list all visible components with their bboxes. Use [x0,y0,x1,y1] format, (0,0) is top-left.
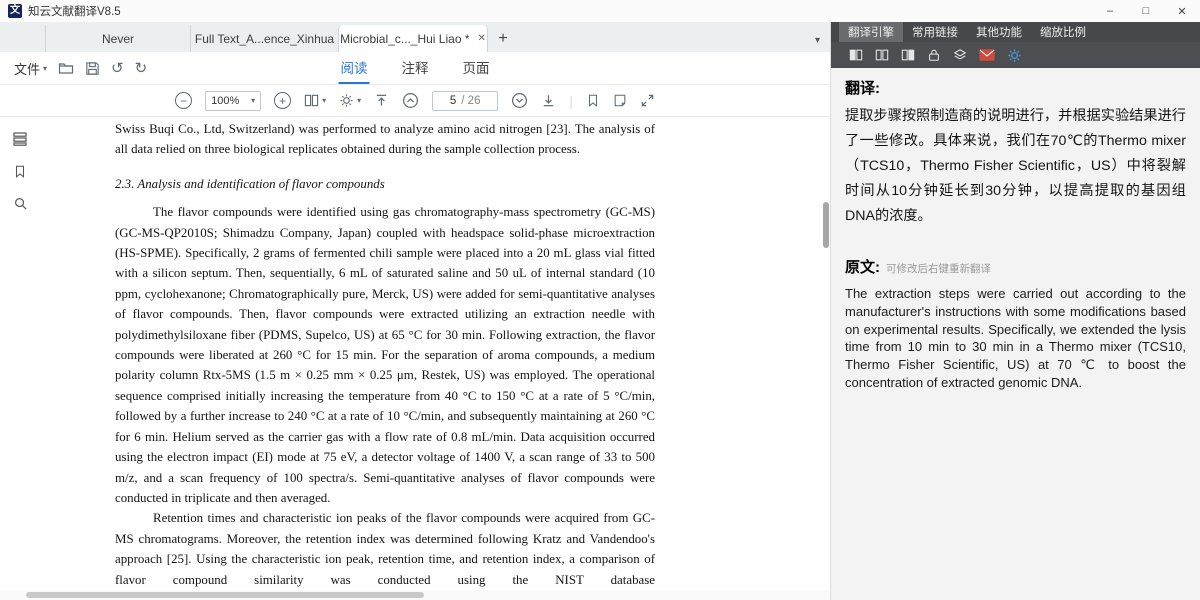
tab-microbial-active[interactable]: Microbial_c..._Hui Liao * ✕ [338,25,488,52]
section-heading[interactable]: 2.3. Analysis and identification of flav… [115,174,655,194]
brightness-icon [339,93,354,108]
tab-annotate[interactable]: 注释 [400,52,431,84]
toolbar-separator: | [569,93,573,109]
tab-zoom-ratio[interactable]: 缩放比例 [1031,22,1095,42]
redo-icon[interactable]: ↻ [135,61,148,76]
bookmarks-panel-icon[interactable] [13,164,27,179]
file-menu[interactable]: 文件 ▾ [14,59,47,78]
undo-icon[interactable]: ↺ [111,61,124,76]
chevron-down-icon: ▾ [357,96,361,105]
tab-close-icon[interactable]: ✕ [478,33,486,44]
tab-overflow-chevron-icon[interactable]: ▾ [815,35,820,46]
tab-read[interactable]: 阅读 [339,52,370,84]
horizontal-scrollbar[interactable] [0,590,830,600]
translation-label: 翻译: [845,77,1186,98]
pdf-page-view[interactable]: Swiss Buqi Co., Ltd, Switzerland) was pe… [40,117,830,590]
open-folder-icon[interactable] [58,60,74,76]
translation-text: 提取步骤按照制造商的说明进行，并根据实验结果进行了一些修改。具体来说，我们在70… [845,104,1186,229]
maximize-button[interactable]: □ [1128,0,1164,22]
save-icon[interactable] [85,61,100,76]
translation-panel: 翻译引擎 常用链接 其他功能 缩放比例 [830,22,1200,600]
go-to-top-icon[interactable] [374,93,389,108]
minimize-button[interactable]: – [1092,0,1128,22]
close-button[interactable]: ✕ [1164,0,1200,22]
tab-label: Microbial_c..._Hui Liao * [340,32,469,46]
tab-page[interactable]: 页面 [461,52,492,84]
translation-panel-body: 翻译: 提取步骤按照制造商的说明进行，并根据实验结果进行了一些修改。具体来说，我… [831,68,1200,600]
app-title: 知云文献翻译V8.5 [28,3,121,19]
page-layout-dropdown[interactable]: ▾ [304,93,326,108]
layers-icon[interactable] [953,48,967,62]
original-hint: 可修改后右键重新翻译 [886,261,991,276]
original-text[interactable]: The extraction steps were carried out ac… [845,285,1186,392]
copy-layout-both-icon[interactable] [875,48,889,62]
new-tab-button[interactable]: + [488,25,518,52]
tab-label: Full Text_A...ence_Xinhua [195,32,334,46]
lock-icon[interactable] [927,48,941,62]
zoom-level-dropdown[interactable]: 100% ▾ [205,91,261,111]
vertical-scrollbar-thumb[interactable] [823,202,829,248]
app-logo-icon: 文 [8,4,22,18]
left-sidebar [0,117,40,590]
horizontal-scrollbar-thumb[interactable] [26,592,424,598]
copy-layout-right-icon[interactable] [901,48,915,62]
search-icon[interactable] [13,196,28,211]
tab-fulltext[interactable]: Full Text_A...ence_Xinhua [190,25,338,52]
translation-panel-toolbar [831,42,1200,68]
previous-page-icon[interactable] [402,92,419,109]
titlebar: 文 知云文献翻译V8.5 – □ ✕ [0,0,1200,22]
tab-common-links[interactable]: 常用链接 [903,22,967,42]
email-icon[interactable] [979,48,995,62]
file-menu-label: 文件 [14,59,40,78]
pdf-toolbar: − 100% ▾ + ▾ [0,85,830,117]
annotation-note-icon[interactable] [613,93,627,108]
thumbnails-panel-icon[interactable] [12,131,28,147]
paragraph-intro[interactable]: Swiss Buqi Co., Ltd, Switzerland) was pe… [115,119,655,160]
chevron-down-icon: ▾ [43,64,47,73]
bookmark-add-icon[interactable] [586,93,600,108]
tab-translation-engine[interactable]: 翻译引擎 [839,22,903,42]
zoom-out-button[interactable]: − [175,92,192,109]
original-label: 原文: [845,256,880,277]
copy-layout-left-icon[interactable] [849,48,863,62]
tab-label: Never [102,32,134,46]
zoom-value: 100% [211,95,239,107]
translation-panel-tabs: 翻译引擎 常用链接 其他功能 缩放比例 [831,22,1200,42]
window-controls: – □ ✕ [1092,0,1200,22]
paragraph-methods[interactable]: The flavor compounds were identified usi… [115,202,655,508]
document-tabbar: Never Full Text_A...ence_Xinhua Microbia… [0,22,830,52]
brightness-dropdown[interactable]: ▾ [339,93,361,108]
zoom-in-button[interactable]: + [274,92,291,109]
fullscreen-expand-icon[interactable] [640,93,655,108]
page-current: 5 [450,95,456,107]
view-mode-tabs: 阅读 注释 页面 [339,52,492,84]
page-layout-icon [304,93,319,108]
settings-gear-icon[interactable] [1007,48,1022,63]
chevron-down-icon: ▾ [322,96,326,105]
tab-never[interactable]: Never [45,25,190,52]
page-total: / 26 [461,95,480,107]
page-number-input[interactable]: 5 / 26 [432,91,498,111]
tab-other-functions[interactable]: 其他功能 [967,22,1031,42]
download-icon[interactable] [541,93,556,108]
next-page-icon[interactable] [511,92,528,109]
paragraph-retention[interactable]: Retention times and characteristic ion p… [115,508,655,590]
main-toolbar: 文件 ▾ ↺ ↻ [0,52,830,85]
pdf-page-text: Swiss Buqi Co., Ltd, Switzerland) was pe… [115,119,655,590]
app-window: 文 知云文献翻译V8.5 – □ ✕ Never Full Text_A...e… [0,0,1200,600]
chevron-down-icon: ▾ [251,96,255,105]
